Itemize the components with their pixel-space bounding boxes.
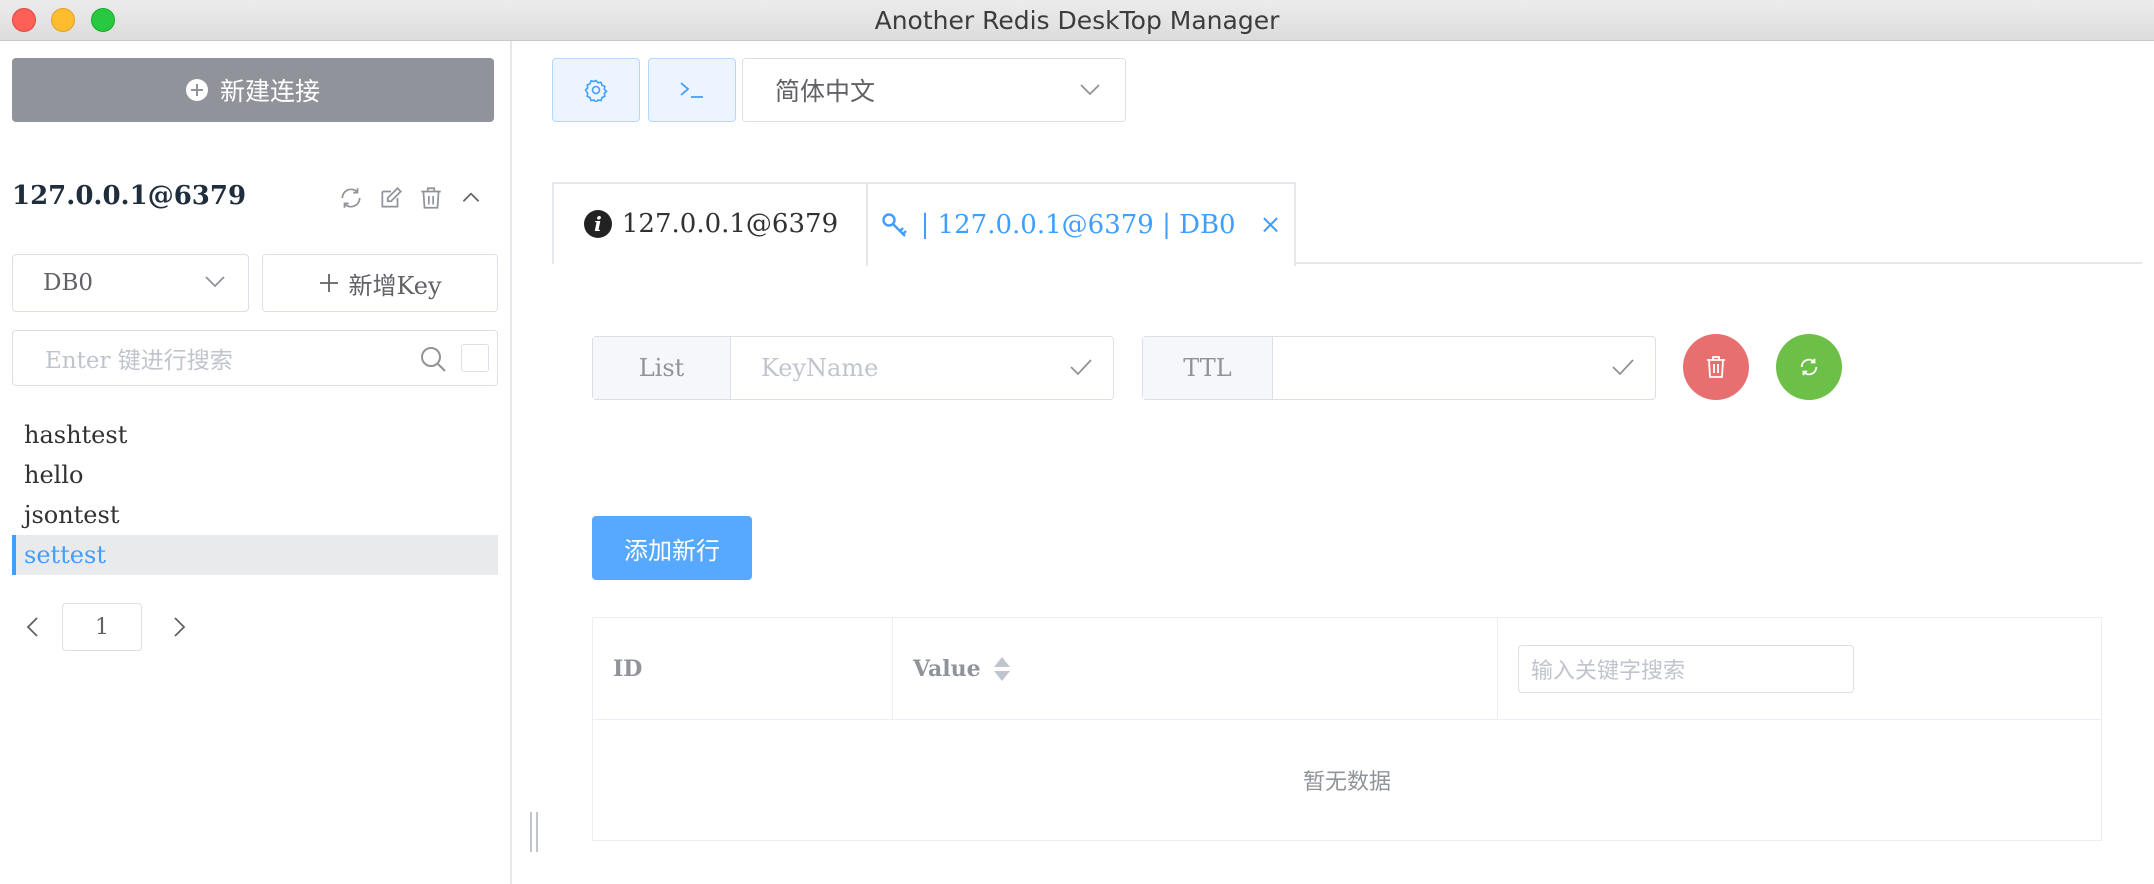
tab-connection-info-label: 127.0.0.1@6379	[621, 209, 839, 239]
trash-icon[interactable]	[418, 185, 444, 211]
tab-key-detail-label: | 127.0.0.1@6379 | DB0	[920, 210, 1236, 240]
key-list: hashtest hello jsontest settest	[12, 415, 498, 575]
info-icon: i	[583, 210, 612, 238]
trash-icon	[1707, 356, 1725, 378]
key-item-hashtest[interactable]: hashtest	[12, 415, 498, 455]
terminal-icon	[680, 82, 703, 98]
connection-actions	[338, 185, 484, 211]
language-select-value: 简体中文	[775, 77, 876, 106]
prev-page-button[interactable]	[12, 602, 52, 652]
keyword-search-input[interactable]: 输入关键字搜索	[1518, 645, 1854, 693]
add-row-button[interactable]: 添加新行	[592, 516, 752, 580]
key-name-placeholder: KeyName	[761, 354, 879, 382]
key-item-jsontest[interactable]: jsontest	[12, 495, 498, 535]
add-key-button[interactable]: 新增Key	[262, 254, 498, 312]
chevron-up-icon[interactable]	[458, 185, 484, 211]
plus-circle-icon	[185, 79, 208, 101]
empty-text: 暂无数据	[1302, 770, 1391, 795]
db-select-value: DB0	[43, 270, 93, 296]
tab-key-detail[interactable]: | 127.0.0.1@6379 | DB0 ×	[866, 182, 1296, 266]
sort-icon[interactable]	[993, 656, 1011, 682]
sidebar-resize-handle[interactable]	[530, 812, 538, 852]
check-icon[interactable]	[1069, 357, 1093, 377]
window-title: Another Redis DeskTop Manager	[874, 6, 1280, 35]
exact-search-checkbox[interactable]	[461, 344, 489, 372]
new-connection-label: 新建连接	[219, 77, 320, 106]
keyword-search-placeholder: 输入关键字搜索	[1531, 659, 1686, 684]
key-type-label: List	[593, 337, 731, 399]
chevron-down-icon	[205, 276, 225, 288]
key-item-hello[interactable]: hello	[12, 455, 498, 495]
refresh-key-button[interactable]	[1776, 334, 1842, 400]
edit-icon[interactable]	[378, 185, 404, 211]
close-tab-icon[interactable]: ×	[1260, 210, 1282, 240]
key-search-placeholder: Enter 键进行搜索	[45, 348, 233, 374]
pagination: 1	[12, 602, 200, 652]
language-select[interactable]: 简体中文	[742, 58, 1126, 122]
settings-button[interactable]	[552, 58, 640, 122]
key-name-group: List KeyName	[592, 336, 1114, 400]
table-header: ID Value 输入关键字搜索	[593, 618, 2101, 720]
search-icon[interactable]	[419, 345, 447, 373]
tab-connection-info[interactable]: i 127.0.0.1@6379	[552, 182, 868, 264]
chevron-right-icon	[174, 617, 186, 637]
list-table: ID Value 输入关键字搜索 暂无数据	[592, 617, 2102, 841]
column-header-id-label: ID	[613, 656, 643, 682]
check-icon[interactable]	[1611, 357, 1635, 377]
chevron-left-icon	[26, 617, 38, 637]
key-name-input[interactable]: KeyName	[731, 337, 1113, 399]
key-icon	[881, 213, 907, 237]
gear-icon	[584, 79, 608, 102]
column-header-search: 输入关键字搜索	[1498, 618, 2101, 720]
column-header-value-label: Value	[913, 656, 981, 682]
column-header-value[interactable]: Value	[893, 618, 1498, 720]
next-page-button[interactable]	[160, 602, 200, 652]
delete-key-button[interactable]	[1683, 334, 1749, 400]
refresh-icon	[1800, 358, 1818, 376]
sidebar: 新建连接 127.0.0.1@6379 DB0 新增Key Enter 键进行搜…	[0, 41, 512, 884]
page-number[interactable]: 1	[62, 603, 142, 651]
key-search-input[interactable]: Enter 键进行搜索	[12, 330, 498, 386]
title-bar: Another Redis DeskTop Manager	[0, 0, 2154, 41]
ttl-label: TTL	[1143, 337, 1273, 399]
refresh-icon[interactable]	[338, 185, 364, 211]
ttl-group: TTL	[1142, 336, 1656, 400]
column-header-id: ID	[593, 618, 893, 720]
connection-name[interactable]: 127.0.0.1@6379	[12, 181, 246, 211]
tab-bar: i 127.0.0.1@6379 | 127.0.0.1@6379 | DB0 …	[552, 182, 2142, 266]
db-select[interactable]: DB0	[12, 254, 249, 312]
chevron-down-icon	[1080, 84, 1100, 96]
console-button[interactable]	[648, 58, 736, 122]
add-key-label: 新增Key	[348, 271, 442, 300]
plus-icon	[320, 274, 339, 292]
new-connection-button[interactable]: 新建连接	[12, 58, 494, 122]
key-item-settest[interactable]: settest	[12, 535, 498, 575]
ttl-input[interactable]	[1273, 337, 1655, 399]
